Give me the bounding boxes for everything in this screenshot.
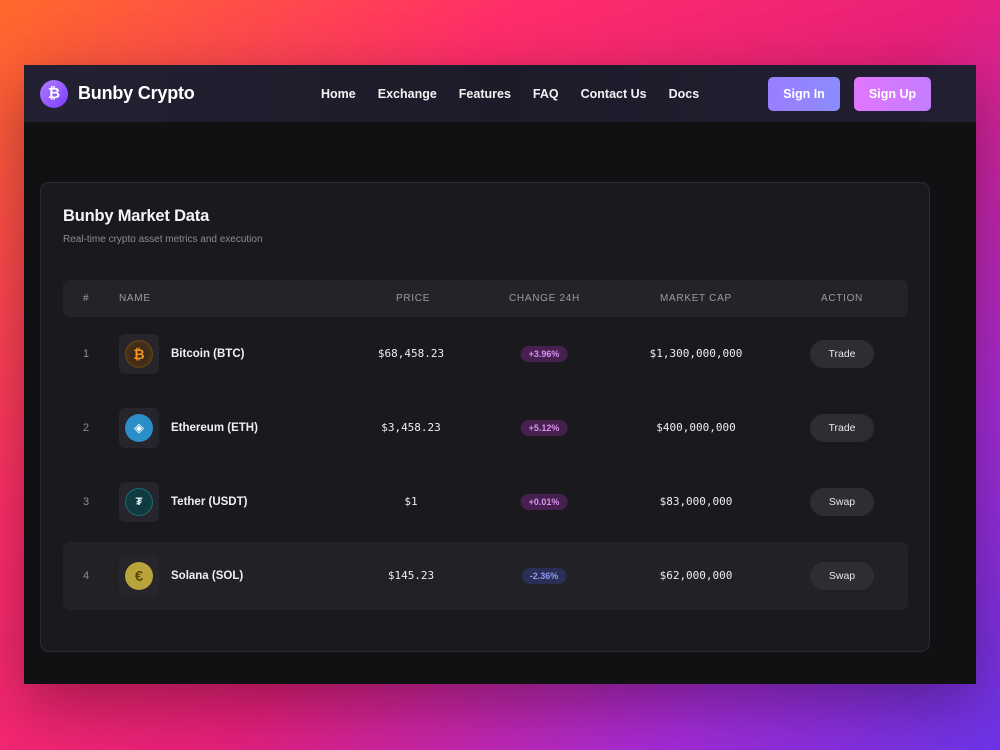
- asset-name[interactable]: Ethereum (ETH): [171, 422, 258, 434]
- table-row[interactable]: 4 € Solana (SOL) $145.23 -2.36% $62,000,…: [63, 542, 908, 610]
- nav-contact-us[interactable]: Contact Us: [581, 87, 647, 101]
- table-row[interactable]: 2 ◈ Ethereum (ETH) $3,458.23 +5.12% $400…: [63, 394, 908, 462]
- table-row[interactable]: 3 ₮ Tether (USDT) $1 +0.01% $83,000,000 …: [63, 468, 908, 536]
- sign-up-button[interactable]: Sign Up: [854, 77, 931, 111]
- tether-icon: ₮: [125, 488, 153, 516]
- solana-icon: €: [125, 562, 153, 590]
- swap-button[interactable]: Swap: [810, 562, 874, 590]
- market-data-card: Bunby Market Data Real-time crypto asset…: [40, 182, 930, 652]
- asset-icon-frame: ₮: [119, 482, 159, 522]
- nav-features[interactable]: Features: [459, 87, 511, 101]
- column-rank: #: [83, 293, 90, 304]
- table-header: # NAME PRICE CHANGE 24H MARKET CAP ACTIO…: [63, 280, 908, 317]
- column-action: ACTION: [821, 293, 863, 304]
- row-rank: 3: [83, 496, 90, 508]
- trade-button[interactable]: Trade: [810, 414, 874, 442]
- nav-home[interactable]: Home: [321, 87, 356, 101]
- ethereum-icon: ◈: [125, 414, 153, 442]
- asset-icon-frame: ◈: [119, 408, 159, 448]
- nav-exchange[interactable]: Exchange: [378, 87, 437, 101]
- column-name: NAME: [119, 293, 151, 304]
- market-table: # NAME PRICE CHANGE 24H MARKET CAP ACTIO…: [63, 280, 908, 610]
- row-rank: 4: [83, 570, 90, 582]
- column-change: CHANGE 24H: [509, 293, 580, 304]
- asset-icon-frame: €: [119, 556, 159, 596]
- brand[interactable]: ₿ Bunby Crypto: [40, 79, 195, 108]
- auth-buttons: Sign In Sign Up: [768, 77, 931, 111]
- asset-name[interactable]: Bitcoin (BTC): [171, 348, 244, 360]
- card-title: Bunby Market Data: [63, 207, 210, 225]
- asset-icon-frame: ₿: [119, 334, 159, 374]
- navbar: ₿ Bunby Crypto Home Exchange Features FA…: [24, 65, 976, 122]
- row-rank: 1: [83, 348, 90, 360]
- nav-faq[interactable]: FAQ: [533, 87, 559, 101]
- bitcoin-icon: ₿: [125, 340, 153, 368]
- column-market-cap: MARKET CAP: [660, 293, 732, 304]
- nav-docs[interactable]: Docs: [669, 87, 700, 101]
- column-price: PRICE: [396, 293, 431, 304]
- app-window: ₿ Bunby Crypto Home Exchange Features FA…: [24, 65, 976, 684]
- bitcoin-icon: ₿: [40, 79, 68, 108]
- row-rank: 2: [83, 422, 90, 434]
- card-subtitle: Real-time crypto asset metrics and execu…: [63, 234, 263, 245]
- asset-name[interactable]: Tether (USDT): [171, 496, 247, 508]
- swap-button[interactable]: Swap: [810, 488, 874, 516]
- table-row[interactable]: 1 ₿ Bitcoin (BTC) $68,458.23 +3.96% $1,3…: [63, 320, 908, 388]
- trade-button[interactable]: Trade: [810, 340, 874, 368]
- sign-in-button[interactable]: Sign In: [768, 77, 840, 111]
- asset-name[interactable]: Solana (SOL): [171, 570, 243, 582]
- brand-name: Bunby Crypto: [78, 83, 195, 103]
- nav-links: Home Exchange Features FAQ Contact Us Do…: [321, 65, 699, 122]
